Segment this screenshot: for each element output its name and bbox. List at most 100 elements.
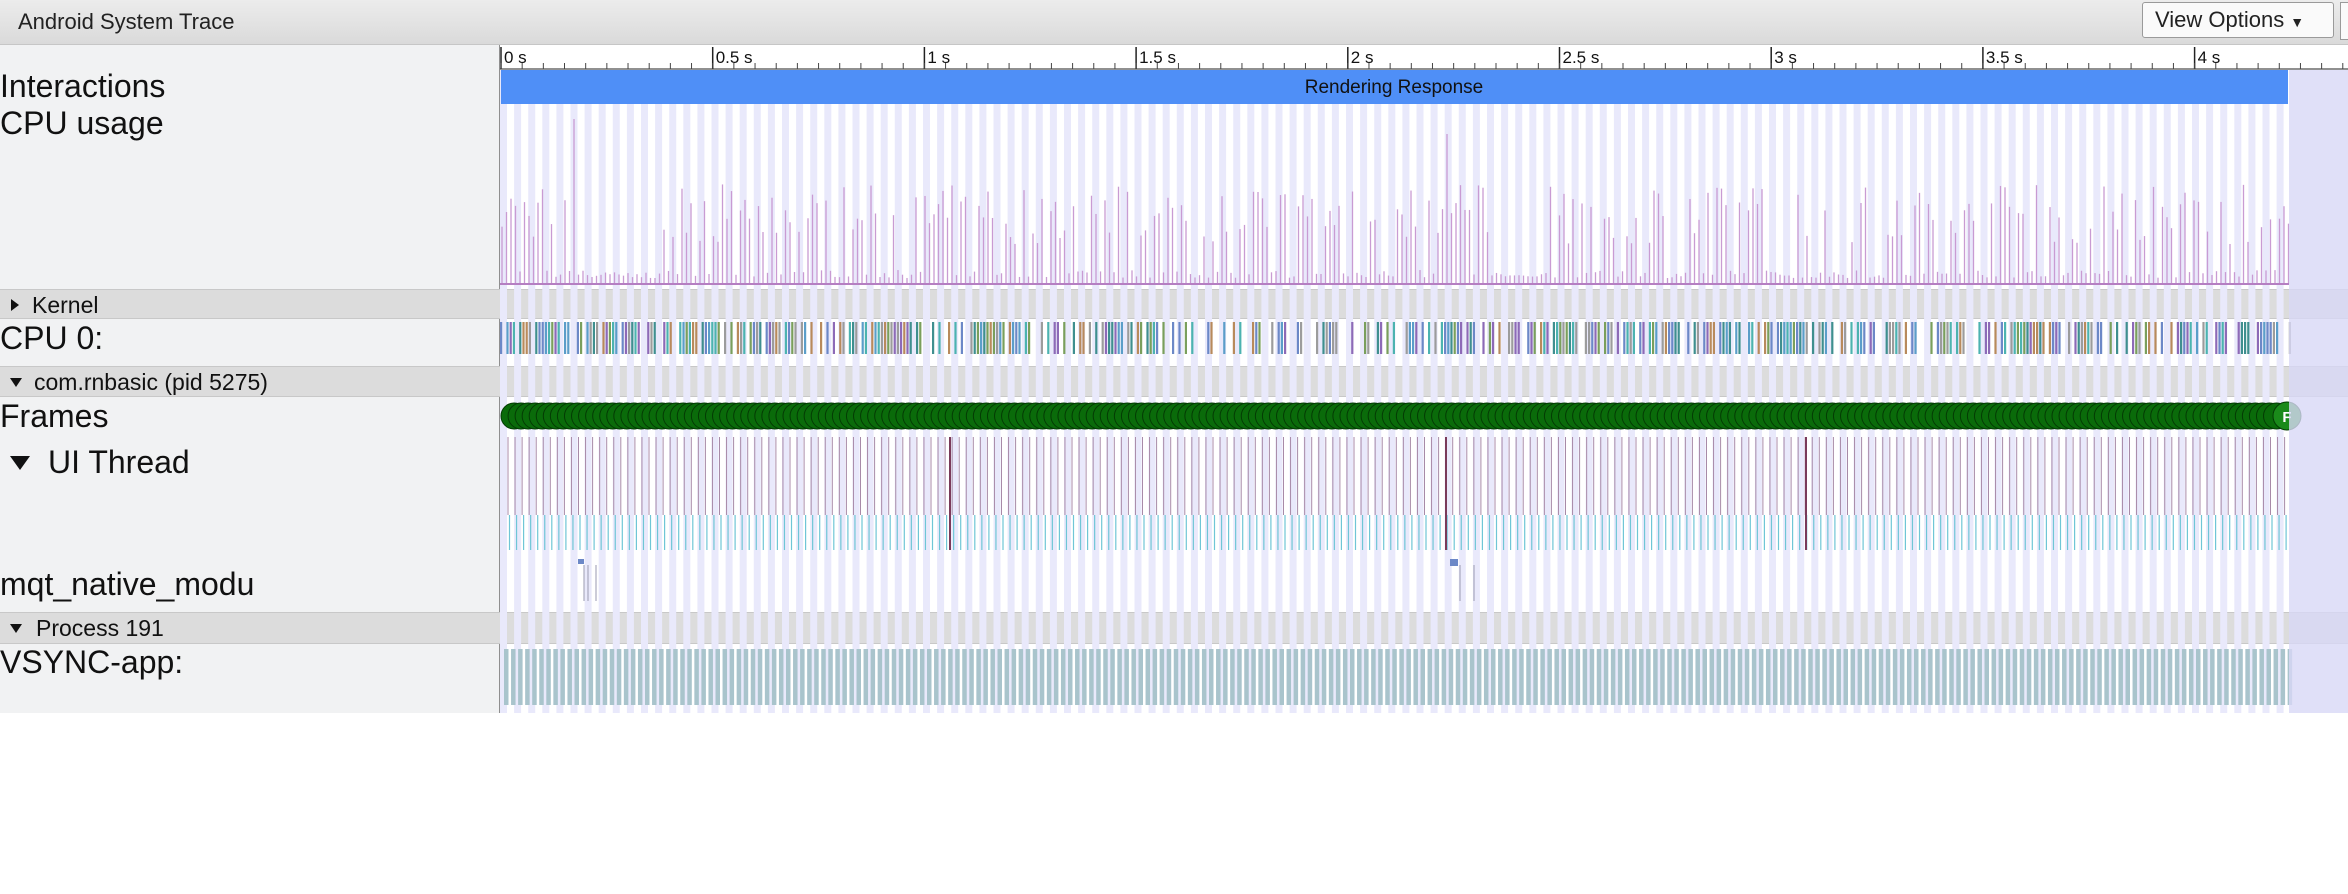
- vsync-pulse: [525, 649, 530, 705]
- cpu0-slice: [1252, 322, 1255, 354]
- cpu0-slice: [740, 322, 743, 354]
- vsync-stripe: [1740, 70, 1748, 713]
- vsync-pulse: [764, 649, 770, 705]
- vsync-stripe: [711, 70, 719, 713]
- cpu0-slice: [512, 322, 515, 354]
- cpu0-slice: [1904, 322, 1907, 354]
- cpu0-slice: [1300, 322, 1303, 354]
- time-ruler[interactable]: 0 s 0.5 s1 s 1.5 s2 s 2.5 s3 s 3.5 s4 s: [500, 45, 2348, 70]
- vsync-stripe: [1825, 70, 1833, 713]
- vsync-pulse: [1483, 649, 1489, 705]
- cpu0-slice: [1527, 322, 1530, 354]
- chevron-right-icon[interactable]: [10, 299, 20, 311]
- view-options-button[interactable]: View Options ▼: [2142, 2, 2334, 38]
- cpu0-slice: [1706, 322, 1709, 354]
- cpu0-slice: [772, 322, 775, 354]
- vsync-pulse: [1103, 649, 1108, 705]
- vsync-stripe: [1360, 70, 1368, 713]
- vsync-stripe: [1303, 70, 1311, 713]
- cpu0-slice: [2052, 322, 2055, 354]
- cpu0-slice: [701, 322, 704, 354]
- cpu0-slice: [2026, 322, 2029, 354]
- vsync-stripe: [669, 70, 677, 713]
- vsync-pulse: [1695, 649, 1700, 705]
- timeline-canvas[interactable]: 0 s 0.5 s1 s 1.5 s2 s 2.5 s3 s 3.5 s4 s Rend…: [500, 45, 2348, 713]
- chevron-down-icon[interactable]: [10, 456, 30, 470]
- vsync-pulse: [2196, 649, 2201, 705]
- cpu0-slice: [810, 322, 813, 354]
- cpu0-slice: [1472, 322, 1475, 354]
- vsync-pulse: [1688, 649, 1693, 705]
- cpu0-slice: [1568, 322, 1571, 354]
- cpu0-slice: [736, 322, 739, 354]
- cpu0-slice: [1514, 322, 1517, 354]
- vsync-stripe: [1064, 70, 1071, 713]
- vsync-pulse: [1053, 649, 1059, 705]
- ruler-tick-label: 3 s: [1774, 48, 1797, 67]
- cpu0-slice: [1898, 322, 1901, 354]
- cpu0-slice: [1127, 322, 1130, 354]
- vsync-pulse: [1589, 649, 1595, 705]
- vsync-pulse: [1286, 649, 1292, 705]
- vsync-stripe: [1346, 70, 1353, 713]
- vsync-pulse: [1025, 649, 1031, 705]
- vsync-track[interactable]: [504, 649, 2293, 705]
- track-label-vsync: VSYNC-app:: [0, 644, 184, 680]
- cpu0-slice: [1604, 322, 1607, 354]
- cpu0-slice: [1703, 322, 1706, 354]
- chevron-down-icon[interactable]: [10, 624, 22, 633]
- vsync-pulse: [1462, 649, 1468, 705]
- vsync-pulse: [807, 649, 812, 705]
- vsync-stripe: [1416, 70, 1424, 713]
- vsync-pulse: [1667, 649, 1672, 705]
- vsync-pulse: [1046, 649, 1052, 705]
- vsync-stripe: [1331, 70, 1339, 713]
- vsync-pulse: [2019, 649, 2025, 705]
- vsync-pulse: [2160, 649, 2166, 705]
- cpu0-slice: [1207, 322, 1210, 354]
- vsync-pulse: [659, 649, 664, 705]
- vsync-pulse: [2125, 649, 2130, 705]
- vsync-pulse: [1378, 649, 1383, 705]
- cpu0-slice: [615, 322, 618, 354]
- frames-track[interactable]: F: [500, 401, 2302, 431]
- vsync-stripe: [1176, 70, 1184, 713]
- cpu0-slice: [970, 322, 973, 354]
- vsync-pulse: [1702, 649, 1707, 705]
- vsync-pulse: [1166, 649, 1172, 705]
- cpu0-slice: [839, 322, 842, 354]
- vsync-stripe: [2276, 70, 2284, 713]
- vsync-stripe: [1430, 70, 1438, 713]
- cpu0-slice: [2205, 322, 2208, 354]
- interactions-track[interactable]: Rendering Response: [501, 70, 2288, 104]
- cpu0-slice: [2240, 322, 2243, 354]
- vsync-stripe: [1754, 70, 1762, 713]
- cpu0-slice: [765, 322, 768, 354]
- vsync-stripe: [782, 70, 789, 713]
- vsync-pulse: [1230, 649, 1235, 705]
- cpu0-slice: [580, 322, 583, 354]
- cpu0-slice: [1178, 322, 1181, 354]
- chevron-down-icon[interactable]: [10, 378, 22, 387]
- cpu0-slice: [589, 322, 592, 354]
- vsync-stripe: [1867, 70, 1875, 713]
- cpu0-slice: [1607, 322, 1610, 354]
- cpu0-slice: [1821, 322, 1824, 354]
- vsync-stripe: [1557, 70, 1565, 713]
- cpu0-slice: [1284, 322, 1287, 354]
- cpu0-slice: [2202, 322, 2205, 354]
- cpu0-slice: [551, 322, 554, 354]
- cpu0-slice: [1885, 322, 1888, 354]
- vsync-pulse: [694, 649, 699, 705]
- cpu0-slice: [1786, 322, 1789, 354]
- cpu0-slice: [890, 322, 893, 354]
- overflow-button[interactable]: [2340, 2, 2348, 40]
- vsync-pulse: [842, 649, 847, 705]
- cpu0-slice: [791, 322, 794, 354]
- cpu0-slice: [1594, 322, 1597, 354]
- vsync-pulse: [1096, 649, 1101, 705]
- vsync-pulse: [666, 649, 671, 705]
- cpu0-slice: [1914, 322, 1917, 354]
- vsync-stripe: [2149, 70, 2157, 713]
- vsync-pulse: [1328, 649, 1334, 705]
